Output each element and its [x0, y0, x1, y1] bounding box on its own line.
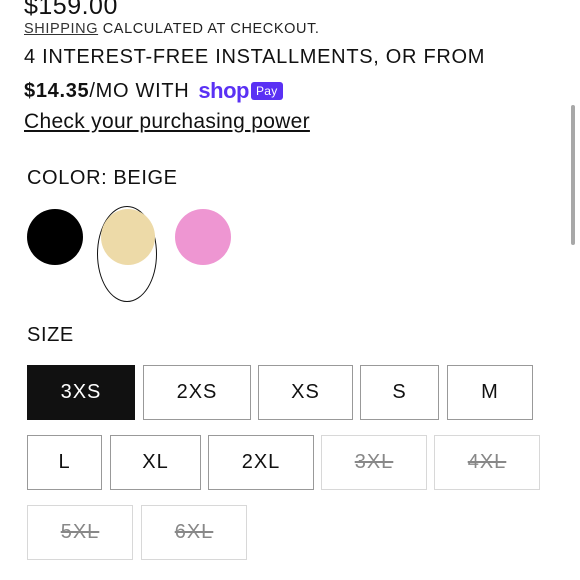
- installments-amount-line: $14.35 /MO WITH shop Pay: [24, 78, 283, 104]
- size-option-label: XL: [142, 451, 169, 473]
- size-option-s[interactable]: S: [360, 365, 439, 420]
- size-option-3xs[interactable]: 3XS: [27, 365, 135, 420]
- color-label: COLOR: BEIGE: [27, 167, 178, 189]
- size-option-3xl[interactable]: 3XL: [321, 435, 427, 490]
- size-label: SIZE: [27, 324, 74, 346]
- color-swatch-beige[interactable]: [101, 209, 155, 265]
- size-option-label: 6XL: [174, 521, 214, 543]
- color-swatch-pink[interactable]: [175, 209, 231, 265]
- shipping-note: SHIPPING CALCULATED AT CHECKOUT.: [24, 21, 320, 37]
- size-option-6xl[interactable]: 6XL: [141, 505, 247, 560]
- shipping-link[interactable]: SHIPPING: [24, 21, 98, 37]
- size-option-label: 5XL: [60, 521, 100, 543]
- shop-logo-text: shop: [198, 78, 249, 103]
- shipping-note-text: CALCULATED AT CHECKOUT.: [98, 21, 320, 37]
- shop-pay-badge: Pay: [250, 82, 283, 100]
- size-option-label: 2XL: [241, 451, 281, 473]
- size-option-label: L: [58, 451, 71, 473]
- size-option-xl[interactable]: XL: [110, 435, 201, 490]
- size-option-2xl[interactable]: 2XL: [208, 435, 314, 490]
- size-option-4xl[interactable]: 4XL: [434, 435, 540, 490]
- size-option-label: XS: [291, 381, 320, 403]
- size-option-m[interactable]: M: [447, 365, 533, 420]
- color-swatch-black[interactable]: [27, 209, 83, 265]
- size-option-label: S: [392, 381, 407, 403]
- shop-pay-logo: shop Pay: [198, 78, 283, 104]
- size-option-5xl[interactable]: 5XL: [27, 505, 133, 560]
- installment-per-month: /MO WITH: [89, 79, 190, 102]
- scrollbar[interactable]: [571, 105, 575, 245]
- size-option-label: M: [481, 381, 499, 403]
- installment-amount: $14.35: [24, 79, 90, 102]
- check-purchasing-power-link[interactable]: Check your purchasing power: [24, 110, 310, 134]
- product-options-panel: $159.00 SHIPPING CALCULATED AT CHECKOUT.…: [0, 0, 580, 580]
- size-option-l[interactable]: L: [27, 435, 102, 490]
- size-option-label: 4XL: [467, 451, 507, 473]
- product-price: $159.00: [24, 0, 118, 20]
- size-option-2xs[interactable]: 2XS: [143, 365, 251, 420]
- size-option-label: 3XS: [60, 381, 102, 403]
- installments-text: 4 INTEREST-FREE INSTALLMENTS, OR FROM: [24, 46, 486, 68]
- size-option-xs[interactable]: XS: [258, 365, 353, 420]
- size-option-label: 2XS: [176, 381, 218, 403]
- size-option-label: 3XL: [354, 451, 394, 473]
